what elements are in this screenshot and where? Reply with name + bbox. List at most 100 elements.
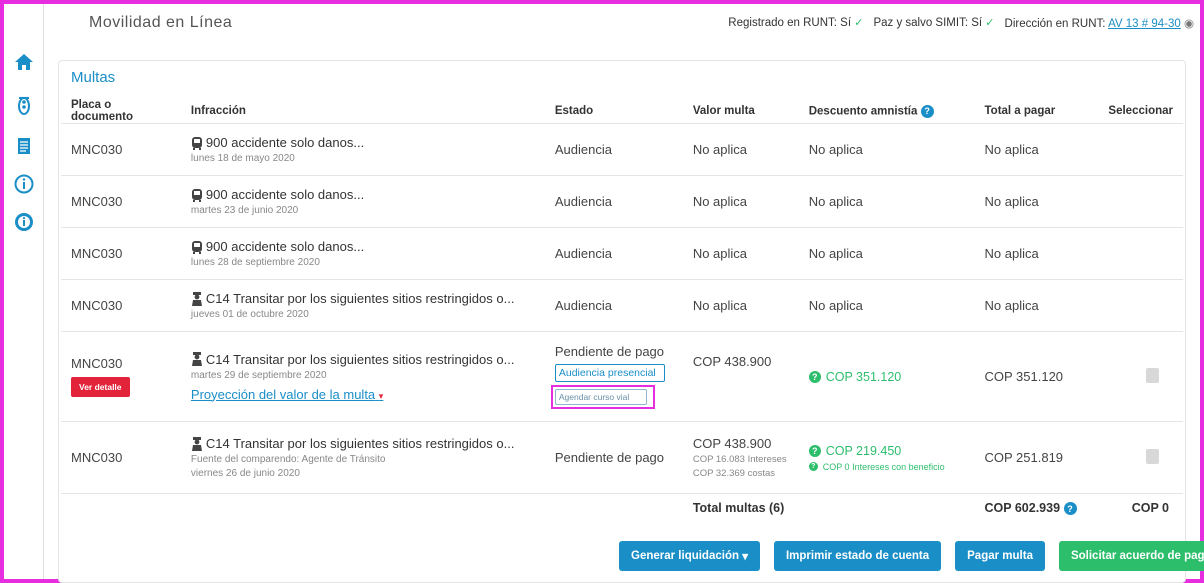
total-cell: No aplica [974,227,1099,280]
value-cell: COP 438.900 COP 16.083 Intereses COP 32.… [682,421,799,494]
generate-settlement-button[interactable]: Generar liquidación ▾ [619,541,760,571]
home-icon[interactable] [14,52,34,72]
help-icon[interactable]: ? [808,444,821,457]
address-label: Dirección en RUNT: [1004,18,1106,30]
status-cell: Pendiente de pago [544,421,683,494]
officer-icon [191,352,202,366]
payment-agreement-button[interactable]: Solicitar acuerdo de pago [1058,541,1204,571]
plate-cell: MNC030 [61,421,181,494]
total-count-label: Total multas (6) [692,500,785,515]
help-icon[interactable]: ? [920,104,934,118]
accident-icon [191,188,202,202]
help-icon[interactable]: ? [1063,502,1077,515]
header-seleccionar: Seleccionar [1098,99,1183,124]
select-cell [1098,421,1183,494]
in-person-hearing-button[interactable]: Audiencia presencial [554,364,665,382]
discount-interest-note: COP 0 Intereses con beneficio [822,461,945,472]
help-icon[interactable]: ? [808,462,818,471]
select-checkbox[interactable] [1146,448,1159,464]
highlight-box: Agendar curso vial [550,385,655,409]
infraction-title: C14 Transitar por los siguientes sitios … [205,291,515,306]
info-icon[interactable] [14,174,34,194]
infraction-date: lunes 28 de septiembre 2020 [190,257,320,268]
infraction-title: C14 Transitar por los siguientes sitios … [205,436,515,451]
discount-cell: ? COP 219.450 ? COP 0 Intereses con benefi… [798,421,975,494]
view-detail-button[interactable]: Ver detalle [71,377,130,397]
discount-cell: No aplica [798,279,975,332]
fines-card: Multas Placa o documento Infracción Esta… [58,60,1204,583]
header-infraccion: Infracción [180,99,545,124]
total-cell: No aplica [974,123,1099,176]
header-descuento: Descuento amnistía ? [798,99,975,124]
infraction-title: 900 accidente solo danos... [205,239,365,254]
table-row: MNC030 900 accidente solo danos... lunes… [61,227,1183,280]
select-cell [1098,123,1183,176]
plate-cell: MNC030 [61,175,181,228]
select-cell [1098,279,1183,332]
document-icon[interactable] [14,136,34,156]
status-cell: Audiencia [544,123,683,176]
totals-row: Total multas (6) COP 602.939 ? COP 0 [61,494,1183,522]
address-link[interactable]: AV 13 # 94-30 [1108,18,1181,30]
value-cell: No aplica [682,279,799,332]
select-checkbox[interactable] [1146,367,1159,383]
select-cell [1098,227,1183,280]
runt-status-label: Registrado en RUNT: Sí [728,17,852,29]
print-statement-button[interactable]: Imprimir estado de cuenta [773,541,942,571]
status-cell: Audiencia [544,175,683,228]
schedule-course-button[interactable]: Agendar curso vial [554,389,647,405]
projection-link[interactable]: Proyección del valor de la multa ▾ [191,387,383,402]
value-cell: No aplica [682,175,799,228]
plate-cell: MNC030 [61,123,181,176]
infraction-date: jueves 01 de octubre 2020 [190,309,309,320]
infraction-cell: C14 Transitar por los siguientes sitios … [180,279,545,332]
value-amount: COP 438.900 [692,436,772,451]
costs-value: COP 32.369 costas [692,468,776,479]
selected-total: COP 0 [1131,500,1169,515]
status-cell: Audiencia [544,279,683,332]
infraction-cell: C14 Transitar por los siguientes sitios … [180,331,545,422]
infraction-date: lunes 18 de mayo 2020 [190,153,295,164]
total-cell: No aplica [974,279,1099,332]
traffic-light-icon[interactable] [14,96,34,116]
total-cell: No aplica [974,175,1099,228]
infraction-source: Fuente del comparendo: Agente de Tránsit… [190,454,386,465]
top-bar: Movilidad en Línea Registrado en RUNT: S… [44,4,1200,40]
app-title: Movilidad en Línea [89,14,233,31]
grand-total-value: COP 602.939 [984,500,1061,515]
officer-icon [191,436,202,451]
value-cell: No aplica [682,227,799,280]
discount-cell: No aplica [798,175,975,228]
total-cell: COP 251.819 [974,421,1099,494]
info-filled-icon[interactable] [14,212,34,232]
card-title: Multas [71,69,116,86]
infraction-date: martes 23 de junio 2020 [190,205,299,216]
help-icon[interactable]: ? [808,370,821,383]
header-placa: Placa o documento [61,99,181,124]
simit-status-label: Paz y salvo SIMIT: Sí [873,17,983,29]
discount-cell: ? COP 351.120 [798,331,975,422]
interest-value: COP 16.083 Intereses [692,454,787,465]
fines-table: Placa o documento Infracción Estado Valo… [61,99,1183,522]
header-total: Total a pagar [974,99,1099,124]
header-valor: Valor multa [682,99,799,124]
table-row: MNC030 C14 Transitar por los siguientes … [61,421,1183,494]
status-text: Pendiente de pago [554,344,665,359]
select-cell [1098,175,1183,228]
pay-fine-button[interactable]: Pagar multa [955,541,1045,571]
infraction-date: martes 29 de septiembre 2020 [190,369,327,381]
infraction-cell: C14 Transitar por los siguientes sitios … [180,421,545,494]
check-icon: ✓ [985,17,995,29]
accident-icon [191,136,202,150]
table-row: MNC030 C14 Transitar por los siguientes … [61,279,1183,332]
value-cell: No aplica [682,123,799,176]
infraction-date: viernes 26 de junio 2020 [190,468,300,479]
total-cell: COP 351.120 [974,331,1099,422]
eye-icon[interactable]: ◉ [1184,18,1194,30]
table-row: MNC030 Ver detalle C14 Transitar por los… [61,331,1183,422]
select-cell [1098,331,1183,422]
plate-cell: MNC030 [61,227,181,280]
grand-total: COP 602.939 ? [975,494,1099,522]
value-cell: COP 438.900 [682,331,799,422]
accident-icon [191,240,202,254]
